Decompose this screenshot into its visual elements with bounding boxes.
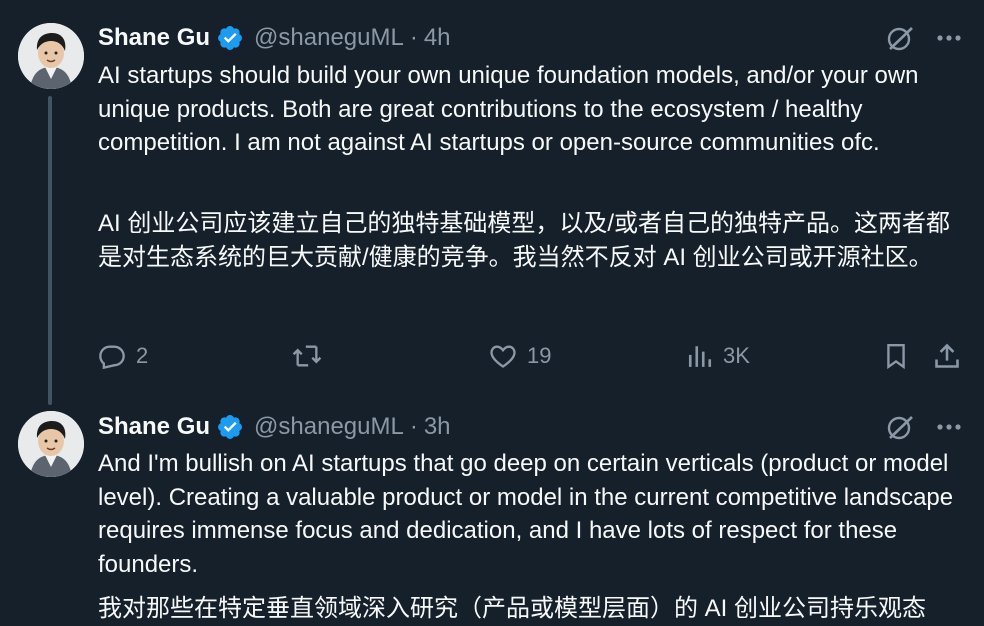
- author-handle[interactable]: @shaneguML: [254, 413, 404, 441]
- avatar[interactable]: [18, 411, 84, 477]
- verified-badge-icon: [216, 413, 244, 441]
- tweet-text: And I'm bullish on AI startups that go d…: [98, 450, 954, 578]
- more-icon[interactable]: [936, 423, 962, 431]
- timestamp[interactable]: 3h: [424, 413, 451, 441]
- tweet-text-translation: 我对那些在特定垂直领域深入研究（产品或模型层面）的 AI 创业公司持乐观态: [98, 595, 927, 622]
- tweet-top-actions: [886, 413, 962, 441]
- separator-dot: ·: [409, 413, 418, 440]
- author-name[interactable]: Shane Gu: [98, 413, 210, 441]
- grok-icon[interactable]: [886, 413, 914, 441]
- tweet[interactable]: Shane Gu @shaneguML · 3h And I'm bullish…: [0, 0, 984, 622]
- tweet-header: Shane Gu @shaneguML · 3h: [98, 411, 451, 443]
